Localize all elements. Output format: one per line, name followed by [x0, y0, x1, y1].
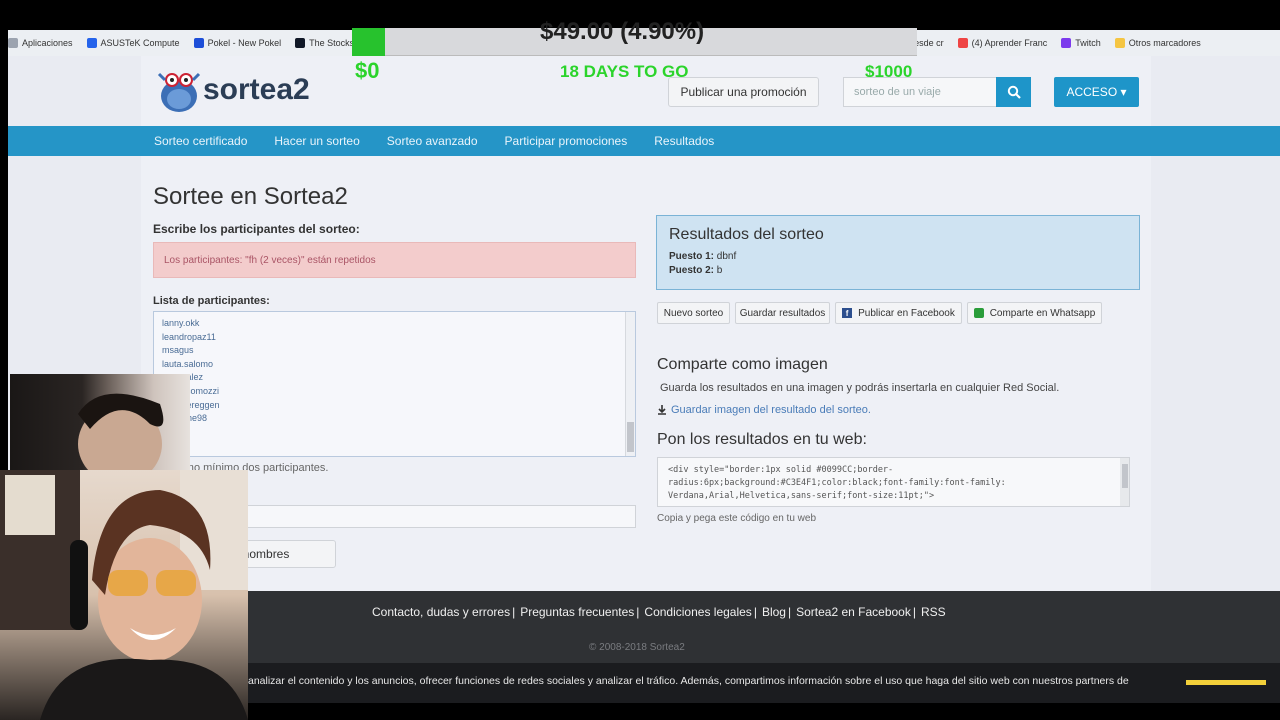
youtube-icon [957, 38, 968, 48]
share-image-text: Guarda los resultados en una imagen y po… [660, 382, 1060, 394]
participant-entry: ula [154, 427, 635, 441]
goal-amount: $49.00 (4.90%) [540, 18, 705, 45]
footer-link-facebook[interactable]: Sortea2 en Facebook [796, 605, 911, 619]
participant-entry: lo_giacomozzi [162, 385, 220, 396]
bookmark-item[interactable]: ASUSTeK Compute [86, 38, 180, 48]
participants-textarea[interactable]: lanny.okk leandropaz11 msagus lauta.salo… [153, 311, 636, 457]
results-panel: Resultados del sorteo Puesto 1: dbnf Pue… [656, 215, 1140, 290]
folder-icon [1114, 38, 1125, 48]
new-draw-button[interactable]: Nuevo sorteo [657, 302, 730, 324]
footer-links: Contacto, dudas y errores | Preguntas fre… [372, 605, 946, 619]
stocks-icon [295, 38, 306, 48]
participant-entry: leandropaz11 [162, 331, 216, 342]
search-button[interactable] [996, 77, 1031, 107]
nav-item-results[interactable]: Resultados [654, 134, 714, 148]
apps-icon [8, 38, 18, 48]
facebook-share-button[interactable]: f Publicar en Facebook [835, 302, 962, 324]
copyright: © 2008-2018 Sortea2 [589, 642, 685, 653]
main-nav: Sorteo certificado Hacer un sorteo Sorte… [8, 126, 1280, 156]
embed-heading: Pon los resultados en tu web: [657, 431, 867, 448]
result-row: Puesto 1: dbnf [669, 251, 737, 262]
participant-entry: cereome98 [154, 413, 635, 427]
search-input[interactable]: sorteo de un viaje [843, 77, 996, 107]
footer-link-rss[interactable]: RSS [921, 605, 946, 619]
facebook-icon: f [842, 308, 853, 318]
code-scrollbar-thumb[interactable] [1122, 464, 1128, 488]
twitch-icon [1061, 38, 1072, 48]
bookmark-item[interactable]: (4) Aprender Franc [957, 38, 1047, 48]
search-icon [1007, 85, 1021, 99]
footer-link-contact[interactable]: Contacto, dudas y errores [372, 605, 510, 619]
bookmark-item[interactable]: Aplicaciones [8, 38, 73, 48]
save-results-button[interactable]: Guardar resultados [735, 302, 830, 324]
logo-text: sortea2 [203, 73, 310, 106]
textarea-scrollbar[interactable] [625, 312, 635, 456]
participant-entry: y_andereggen [162, 399, 220, 410]
webcam-streamer [0, 470, 248, 720]
download-icon [658, 405, 666, 415]
whatsapp-share-button[interactable]: Comparte en Whatsapp [967, 302, 1102, 324]
participant-entry: lauta.salomo [162, 358, 214, 369]
participants-heading: Escribe los participantes del sorteo: [153, 222, 360, 236]
duplicate-alert: Los participantes: "fh (2 veces)" están … [153, 242, 636, 278]
footer-link-faq[interactable]: Preguntas frecuentes [520, 605, 634, 619]
publish-promotion-button[interactable]: Publicar una promoción [668, 77, 819, 107]
cookie-accept-bar[interactable] [1186, 680, 1266, 685]
embed-code-hint: Copia y pega este código en tu web [657, 513, 816, 524]
share-image-heading: Comparte como imagen [657, 356, 828, 373]
goal-start-value: $0 [355, 58, 380, 83]
screen: Aplicaciones ASUSTeK Compute Pokel - New… [0, 0, 1280, 720]
participant-entry: lanny.okk [162, 318, 200, 328]
nav-item-certified[interactable]: Sorteo certificado [154, 134, 247, 148]
download-image-link[interactable]: Guardar imagen del resultado del sorteo. [657, 404, 871, 416]
bookmark-item[interactable]: Twitch [1061, 38, 1101, 48]
access-button[interactable]: ACCESO ▾ [1054, 77, 1139, 107]
nav-item-promotions[interactable]: Participar promociones [505, 134, 628, 148]
results-title: Resultados del sorteo [669, 226, 824, 243]
mascot-icon [155, 66, 203, 114]
result-row: Puesto 2: b [669, 265, 723, 276]
participants-list-label: Lista de participantes: [153, 295, 270, 307]
webcam-secondary [10, 374, 190, 472]
scrollbar-thumb[interactable] [627, 422, 634, 452]
participant-entry: ogonzalez [154, 372, 635, 386]
code-line: Verdana,Arial,Helvetica,sans-serif;font-… [668, 491, 935, 501]
goal-progress-fill [352, 28, 385, 56]
code-scrollbar[interactable] [1120, 458, 1129, 506]
participant-entry: msagus [162, 345, 194, 356]
whatsapp-icon [973, 308, 984, 318]
nav-item-make-draw[interactable]: Hacer un sorteo [274, 134, 359, 148]
pokel-icon [193, 38, 204, 48]
code-line: <div style="border:1px solid #0099CC;bor… [668, 465, 894, 475]
asus-icon [86, 38, 97, 48]
footer-link-blog[interactable]: Blog [762, 605, 786, 619]
page-title: Sortee en Sortea2 [153, 183, 348, 210]
cookie-text: analizar el contenido y los anuncios, of… [248, 675, 1129, 687]
bookmark-item[interactable]: Pokel - New Pokel [193, 38, 281, 48]
footer-link-legal[interactable]: Condiciones legales [644, 605, 751, 619]
site-logo[interactable]: sortea2 [155, 66, 310, 114]
embed-code-box[interactable]: <div style="border:1px solid #0099CC;bor… [657, 457, 1130, 507]
bookmark-folder[interactable]: Otros marcadores [1114, 38, 1201, 48]
code-line: radius:6px;background:#C3E4F1;color:blac… [668, 478, 1006, 488]
nav-item-advanced[interactable]: Sorteo avanzado [387, 134, 478, 148]
